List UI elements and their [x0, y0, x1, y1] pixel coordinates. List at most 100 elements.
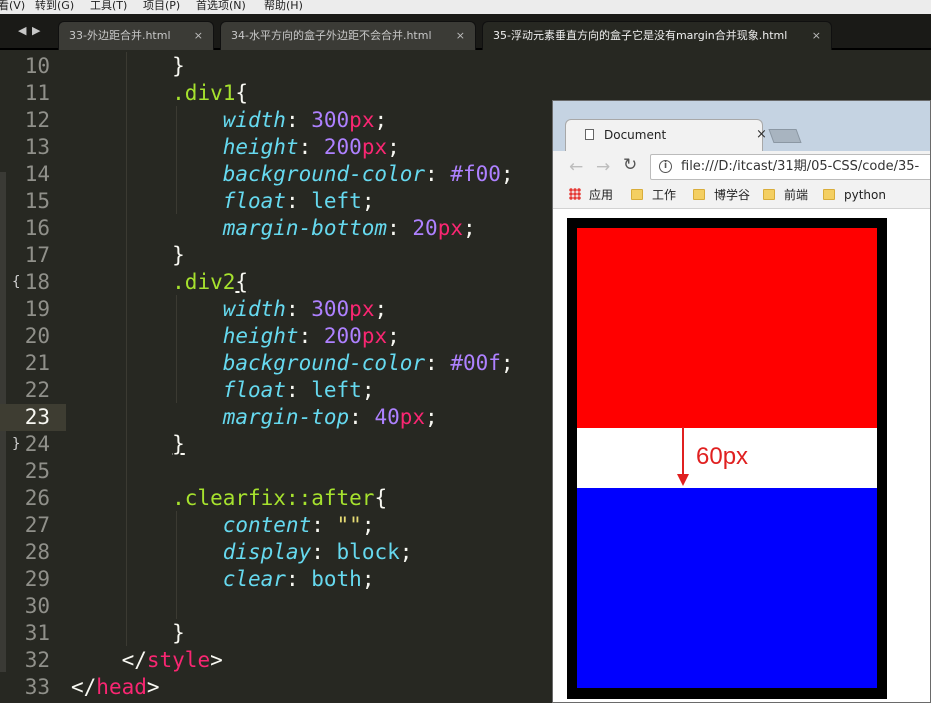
code-token: : [298, 324, 324, 348]
code-token: float [222, 378, 286, 402]
url-text: file:///D:/itcast/31期/05-CSS/code/35- [681, 159, 920, 174]
bookmark-work[interactable]: 工作 [631, 187, 676, 203]
code-text: .div2{ [71, 269, 248, 296]
code-token: px [349, 108, 375, 132]
code-token: clear [222, 567, 286, 591]
bookmark-frontend[interactable]: 前端 [763, 187, 808, 203]
line-number: 23 [24, 405, 50, 429]
code-token: px [349, 297, 375, 321]
code-token: ; [361, 567, 375, 591]
code-token: background-color [222, 351, 426, 375]
browser-tab[interactable]: Document × [565, 119, 767, 151]
code-token: : [285, 297, 312, 321]
tab-next-icon[interactable]: ▶ [32, 24, 40, 37]
line-number: 24 [24, 432, 50, 456]
code-token: } [172, 243, 185, 267]
code-token: ; [374, 297, 388, 321]
line-number: 19 [24, 297, 50, 321]
code-text: margin-bottom: 20px; [71, 215, 476, 242]
code-text: background-color: #f00; [71, 161, 514, 188]
code-text: background-color: #00f; [71, 350, 514, 377]
back-arrow-icon[interactable]: ← [569, 157, 583, 177]
reload-icon[interactable]: ↻ [623, 155, 637, 175]
code-token: left [311, 378, 362, 402]
menu-preferences[interactable]: 首选项(N) [196, 0, 246, 12]
code-token: ; [399, 540, 413, 564]
code-token: </ [71, 675, 97, 699]
code-token: ; [462, 216, 476, 240]
code-token: #00f [450, 351, 501, 375]
code-token: : [425, 351, 451, 375]
address-bar[interactable]: i file:///D:/itcast/31期/05-CSS/code/35- [650, 154, 930, 180]
menu-goto[interactable]: 转到(G) [35, 0, 74, 12]
bookmark-boxuegu[interactable]: 博学谷 [693, 187, 750, 203]
code-token: block [336, 540, 400, 564]
code-token: : [311, 513, 337, 537]
tab-label: 34-水平方向的盒子外边距不会合并.html [231, 29, 432, 42]
bookmark-apps[interactable]: 应用 [569, 187, 613, 203]
code-token: ; [361, 378, 375, 402]
code-token: </ [121, 648, 147, 672]
menu-help[interactable]: 帮助(H) [264, 0, 303, 12]
tab-prev-icon[interactable]: ◀ [18, 24, 26, 37]
code-text: } [71, 431, 185, 458]
info-icon[interactable]: i [659, 160, 672, 173]
code-line[interactable]: 10 } [0, 53, 931, 80]
line-number: 12 [24, 108, 50, 132]
code-token: background-color [222, 162, 426, 186]
new-tab-button[interactable] [768, 129, 802, 143]
code-token: width [222, 108, 286, 132]
code-token: 200 [323, 135, 362, 159]
div2-blue-box [577, 488, 877, 688]
line-number: 21 [24, 351, 50, 375]
code-token: : [349, 405, 375, 429]
menu-bar: 看(V) 转到(G) 工具(T) 项目(P) 首选项(N) 帮助(H) [0, 0, 931, 14]
forward-arrow-icon[interactable]: → [596, 157, 610, 177]
close-icon[interactable]: × [194, 22, 203, 50]
menu-view[interactable]: 看(V) [0, 0, 25, 12]
line-number: 33 [24, 675, 50, 699]
code-text: clear: both; [71, 566, 375, 593]
browser-viewport: 60px [553, 209, 930, 702]
tab-33[interactable]: 33-外边距合并.html × [58, 21, 214, 50]
code-token: : [311, 540, 337, 564]
line-number: 18 [24, 270, 50, 294]
code-text: float: left; [71, 188, 375, 215]
code-text: </style> [71, 647, 223, 674]
folder-icon [631, 189, 643, 200]
code-token: 300 [311, 297, 350, 321]
code-text: width: 300px; [71, 107, 387, 134]
code-token: float [222, 189, 286, 213]
close-icon[interactable]: × [456, 22, 465, 50]
close-icon[interactable]: × [812, 22, 821, 50]
code-token: .div1 [172, 81, 236, 105]
div1-red-box [577, 228, 877, 428]
apps-icon [569, 188, 581, 200]
code-text: height: 200px; [71, 134, 400, 161]
code-token: ; [361, 513, 375, 537]
bookmark-label: 前端 [784, 188, 809, 202]
line-number: 28 [24, 540, 50, 564]
line-number: 31 [24, 621, 50, 645]
code-token: { [235, 81, 249, 105]
bookmark-python[interactable]: python [823, 187, 886, 203]
code-token: > [210, 648, 223, 672]
menu-tools[interactable]: 工具(T) [90, 0, 127, 12]
menu-project[interactable]: 项目(P) [143, 0, 180, 12]
browser-tab-title: Document [604, 128, 667, 142]
bookmark-label: python [844, 188, 886, 202]
tab-34[interactable]: 34-水平方向的盒子外边距不会合并.html × [220, 21, 476, 50]
tab-35[interactable]: 35-浮动元素垂直方向的盒子它是没有margin合并现象.html × [482, 21, 832, 50]
code-token: : [285, 189, 312, 213]
line-number: 29 [24, 567, 50, 591]
code-token: ; [500, 351, 514, 375]
close-icon[interactable]: × [756, 120, 767, 150]
code-token: content [222, 513, 312, 537]
code-token: : [285, 567, 312, 591]
page-icon [585, 129, 594, 140]
code-token: left [311, 189, 362, 213]
code-text: } [71, 53, 185, 80]
code-token: height [222, 324, 299, 348]
code-text: .clearfix::after{ [71, 485, 387, 512]
folder-icon [823, 189, 835, 200]
